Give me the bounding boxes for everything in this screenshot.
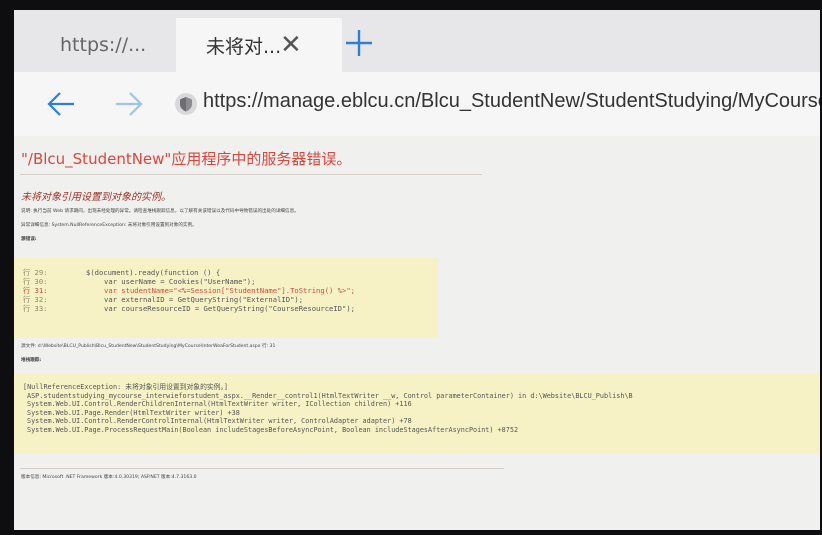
line-number: 行 33: — [23, 304, 48, 313]
error-page: "/Blcu_StudentNew"应用程序中的服务器错误。 未将对象引用设置到… — [14, 136, 820, 530]
source-line: 行 33: var courseResourceID = GetQueryStri… — [14, 304, 438, 313]
tab-inactive[interactable]: https://... — [14, 18, 176, 72]
close-icon[interactable]: ✕ — [280, 32, 302, 58]
tab-active[interactable]: 未将对... ✕ — [176, 18, 342, 72]
stack-trace-line: System.Web.UI.Control.RenderControlInter… — [27, 417, 412, 426]
tab-title: https://... — [60, 34, 147, 56]
stack-trace-line: System.Web.UI.Page.Render(HtmlTextWriter… — [27, 408, 240, 417]
new-tab-plus-icon[interactable] — [344, 28, 374, 58]
source-file-info: 源文件: d:\Website\BLCU_Publish\Blcu_Studen… — [21, 344, 276, 349]
stack-trace-line: ASP.studentstudying_mycourse_interwiefor… — [27, 391, 633, 400]
line-number: 行 29: — [23, 268, 48, 277]
line-number: 行 32: — [23, 295, 48, 304]
stack-trace-line: System.Web.UI.Page.ProcessRequestMain(Bo… — [27, 425, 519, 434]
error-description: 说明: 执行当前 Web 请求期间，出现未经处理的异常。请检查堆栈跟踪信息，以了… — [21, 209, 299, 214]
stack-trace-line: System.Web.UI.Control.RenderChildrenInte… — [27, 400, 412, 409]
url-field[interactable]: https://manage.eblcu.cn/Blcu_StudentNew/… — [203, 90, 820, 113]
source-line: 行 31: var studentName="<%=Session["Studen… — [14, 286, 438, 295]
tab-strip: https://... 未将对... ✕ — [14, 10, 820, 72]
source-line: 行 29: $(document).ready(function () { — [14, 268, 438, 277]
back-arrow-icon[interactable] — [46, 90, 76, 118]
version-info: 版本信息: Microsoft .NET Framework 版本:4.0.30… — [21, 475, 197, 480]
line-number: 行 31: — [23, 286, 48, 295]
shield-icon[interactable] — [174, 92, 198, 116]
divider — [20, 468, 504, 469]
source-line: 行 32: var externalID = GetQueryString("Ex… — [14, 295, 438, 304]
tab-title: 未将对... — [206, 35, 282, 58]
code-text: var externalID = GetQueryString("Externa… — [104, 295, 304, 304]
line-number: 行 30: — [23, 277, 48, 286]
stack-trace-line: [NullReferenceException: 未将对象引用设置到对象的实例。… — [23, 383, 228, 391]
forward-arrow-icon[interactable] — [114, 90, 144, 118]
source-line: 行 30: var userName = Cookies("UserName"); — [14, 277, 438, 286]
code-text: var studentName="<%=Session["StudentName… — [104, 286, 355, 295]
address-toolbar: https://manage.eblcu.cn/Blcu_StudentNew/… — [14, 72, 820, 136]
divider — [20, 174, 482, 175]
source-code-block: 行 29: $(document).ready(function () {行 30… — [14, 258, 438, 338]
stack-trace-block: [NullReferenceException: 未将对象引用设置到对象的实例。… — [14, 374, 820, 454]
page-title: "/Blcu_StudentNew"应用程序中的服务器错误。 — [21, 150, 352, 168]
code-text: var courseResourceID = GetQueryString("C… — [104, 304, 355, 313]
code-text: var userName = Cookies("UserName"); — [104, 277, 256, 286]
source-error-label: 源错误: — [21, 237, 37, 242]
browser-window: https://... 未将对... ✕ https://manage.eblc… — [14, 10, 820, 530]
error-heading: 未将对象引用设置到对象的实例。 — [21, 192, 171, 203]
code-text: $(document).ready(function () { — [86, 268, 221, 277]
stack-trace-label: 堆栈跟踪: — [21, 358, 42, 363]
exception-details: 异常详细信息: System.NullReferenceException: 未… — [21, 223, 197, 228]
